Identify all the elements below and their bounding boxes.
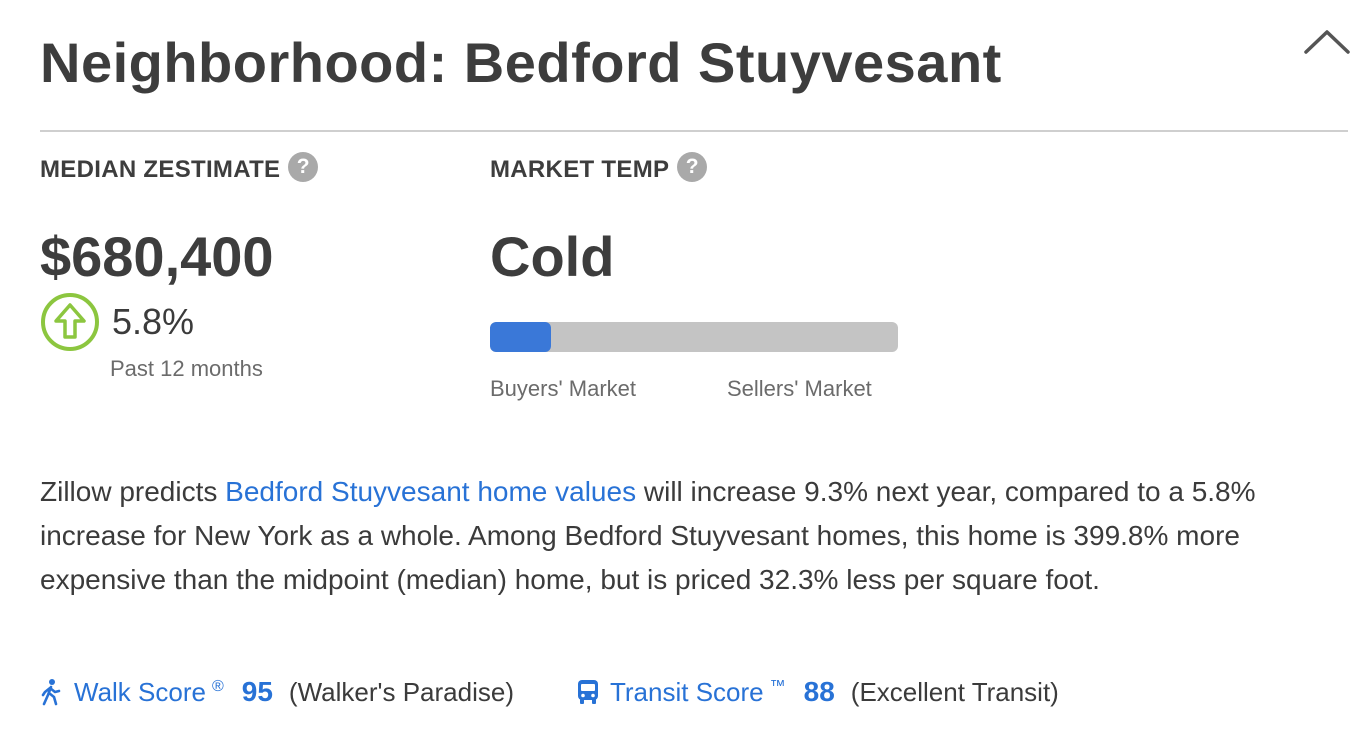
walk-score-desc: (Walker's Paradise) <box>288 676 514 707</box>
market-temp-label: MARKET TEMP ? <box>490 152 708 184</box>
change-period: Past 12 months <box>110 356 263 381</box>
market-temp-value: Cold <box>490 225 615 288</box>
help-icon[interactable]: ? <box>288 152 319 182</box>
transit-score-desc: (Excellent Transit) <box>850 676 1059 707</box>
market-temp-bar <box>490 322 898 352</box>
prediction-prefix: Zillow predicts <box>40 476 226 507</box>
buyers-market-label: Buyers' Market <box>490 376 637 401</box>
walking-person-icon <box>41 679 61 706</box>
chevron-up-icon <box>1304 30 1350 54</box>
market-temp-bar-fill <box>490 322 552 352</box>
sellers-market-label: Sellers' Market <box>727 376 872 401</box>
page-title: Neighborhood: Bedford Stuyvesant <box>40 31 1002 94</box>
prediction-text: Zillow predicts Bedford Stuyvesant home … <box>40 470 1348 602</box>
transit-score-link[interactable]: Transit Score ™ <box>610 677 786 708</box>
home-values-link[interactable]: Bedford Stuyvesant home values <box>225 476 636 507</box>
neighborhood-panel: Neighborhood: Bedford Stuyvesant MEDIAN … <box>0 0 1354 750</box>
walk-score-value: 95 <box>241 676 273 707</box>
walk-score-name: Walk Score <box>74 676 206 707</box>
arrow-up-circle-icon <box>41 293 99 351</box>
walk-score-link[interactable]: Walk Score ® <box>74 677 224 708</box>
transit-score: Transit Score ™ 88 (Excellent Transit) <box>576 676 1059 708</box>
change-percent: 5.8% <box>112 301 195 342</box>
median-zestimate-label: MEDIAN ZESTIMATE ? <box>40 152 319 184</box>
trademark-mark: ™ <box>769 677 786 695</box>
walk-score: Walk Score ® 95 (Walker's Paradise) <box>40 676 514 708</box>
market-temp-label-text: MARKET TEMP <box>490 156 670 183</box>
scores-row: Walk Score ® 95 (Walker's Paradise) Trans… <box>40 676 1059 708</box>
zestimate-change: 5.8% <box>40 292 194 352</box>
registered-mark: ® <box>211 677 224 695</box>
header-divider <box>40 130 1348 132</box>
transit-score-value: 88 <box>803 676 835 707</box>
collapse-button[interactable] <box>1300 22 1354 66</box>
median-zestimate-value: $680,400 <box>40 225 274 288</box>
median-zestimate-label-text: MEDIAN ZESTIMATE <box>40 156 281 183</box>
help-icon[interactable]: ? <box>677 152 708 182</box>
transit-score-name: Transit Score <box>609 676 764 707</box>
bus-icon <box>577 680 598 704</box>
